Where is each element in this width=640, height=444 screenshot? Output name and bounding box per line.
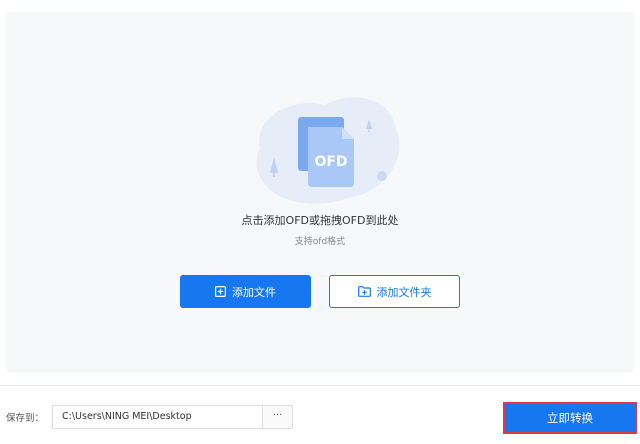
convert-now-label: 立即转换 [547,411,593,425]
save-to-label: 保存到： [6,413,45,424]
footer-divider [0,385,640,386]
add-file-button[interactable]: 添加文件 [180,275,311,308]
add-folder-label: 添加文件夹 [376,285,432,299]
convert-now-button[interactable]: 立即转换 [503,402,637,434]
app-root: OFD 点击添加OFD或拖拽OFD到此处 支持ofd格式 添加文件 添加文件夹 … [0,0,640,444]
folder-plus-icon [357,286,371,297]
drop-zone-title: 点击添加OFD或拖拽OFD到此处 [241,214,399,227]
add-file-label: 添加文件 [232,285,276,299]
add-folder-button[interactable]: 添加文件夹 [329,275,460,308]
ofd-illustration-label: OFD [314,154,347,170]
file-drop-zone[interactable]: OFD 点击添加OFD或拖拽OFD到此处 支持ofd格式 添加文件 添加文件夹 [6,12,634,373]
plus-square-icon [215,286,226,297]
save-path-field[interactable]: C:\Users\NING MEI\Desktop [52,405,262,429]
browse-folder-button[interactable]: ··· [262,405,293,429]
drop-zone-subtitle: 支持ofd格式 [294,237,346,247]
ofd-file-illustration: OFD [256,97,400,204]
